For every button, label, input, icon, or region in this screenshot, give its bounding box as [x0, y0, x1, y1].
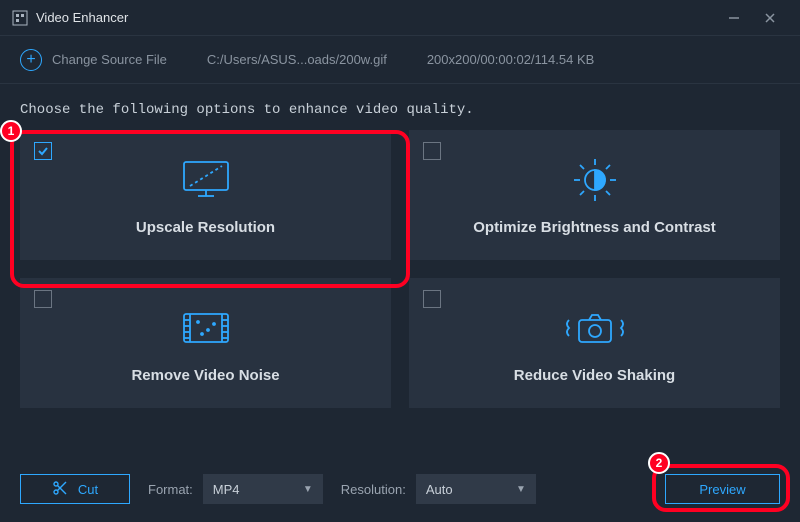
options-grid: Upscale Resolution Optimize Brightness a…	[0, 130, 800, 408]
source-path: C:/Users/ASUS...oads/200w.gif	[207, 52, 387, 67]
card-reduce-shaking[interactable]: Reduce Video Shaking	[409, 278, 780, 408]
cut-button[interactable]: Cut	[20, 474, 130, 504]
cut-label: Cut	[78, 482, 98, 497]
card-label: Remove Video Noise	[131, 367, 279, 384]
minimize-button[interactable]	[716, 0, 752, 36]
bottom-bar: Cut Format: MP4 ▼ Resolution: Auto ▼ Pre…	[0, 474, 800, 504]
instruction-text: Choose the following options to enhance …	[0, 84, 800, 130]
resolution-value: Auto	[426, 482, 453, 497]
close-button[interactable]	[752, 0, 788, 36]
preview-button[interactable]: Preview	[665, 474, 780, 504]
format-value: MP4	[213, 482, 240, 497]
change-source-label: Change Source File	[52, 52, 167, 67]
card-optimize-brightness[interactable]: Optimize Brightness and Contrast	[409, 130, 780, 260]
card-upscale-resolution[interactable]: Upscale Resolution	[20, 130, 391, 260]
chevron-down-icon: ▼	[303, 484, 313, 495]
toolbar: + Change Source File C:/Users/ASUS...oad…	[0, 36, 800, 84]
annotation-badge-2: 2	[648, 452, 670, 474]
chevron-down-icon: ▼	[516, 484, 526, 495]
card-remove-noise[interactable]: Remove Video Noise	[20, 278, 391, 408]
plus-circle-icon: +	[20, 49, 42, 71]
checkbox[interactable]	[423, 290, 441, 308]
change-source-button[interactable]: + Change Source File	[20, 49, 167, 71]
card-label: Upscale Resolution	[136, 219, 275, 236]
card-label: Optimize Brightness and Contrast	[473, 219, 716, 236]
format-label: Format:	[148, 482, 193, 497]
titlebar: Video Enhancer	[0, 0, 800, 36]
checkbox[interactable]	[34, 142, 52, 160]
filmstrip-icon	[178, 303, 234, 353]
monitor-icon	[178, 155, 234, 205]
brightness-icon	[570, 155, 620, 205]
resolution-select[interactable]: Auto ▼	[416, 474, 536, 504]
checkbox[interactable]	[34, 290, 52, 308]
checkbox[interactable]	[423, 142, 441, 160]
app-icon	[12, 10, 28, 26]
format-field: Format: MP4 ▼	[148, 474, 323, 504]
window-title: Video Enhancer	[36, 10, 716, 25]
resolution-field: Resolution: Auto ▼	[341, 474, 536, 504]
preview-label: Preview	[699, 482, 745, 497]
scissors-icon	[52, 480, 68, 499]
camera-shake-icon	[563, 303, 627, 353]
format-select[interactable]: MP4 ▼	[203, 474, 323, 504]
source-meta: 200x200/00:00:02/114.54 KB	[427, 52, 594, 67]
card-label: Reduce Video Shaking	[514, 367, 675, 384]
resolution-label: Resolution:	[341, 482, 406, 497]
